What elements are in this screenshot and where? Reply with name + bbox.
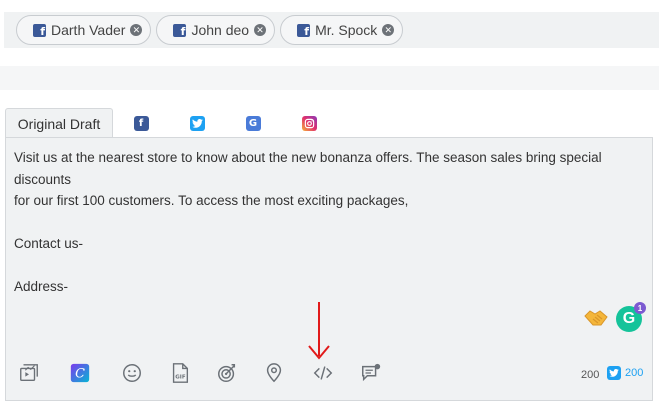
tab-facebook[interactable]: f — [113, 108, 169, 138]
twitter-count-value: 200 — [625, 367, 644, 379]
emoji-icon[interactable] — [119, 360, 145, 386]
handshake-icon — [584, 308, 608, 328]
facebook-icon: f — [173, 23, 187, 37]
tab-google-my-business[interactable]: G — [225, 108, 281, 138]
code-icon[interactable] — [310, 360, 336, 386]
remove-icon[interactable]: ✕ — [382, 24, 395, 36]
svg-text:GIF: GIF — [175, 375, 186, 381]
tab-instagram[interactable] — [281, 108, 337, 138]
character-count: 200 — [581, 369, 600, 381]
tab-original-draft[interactable]: Original Draft — [5, 108, 113, 138]
remove-icon[interactable]: ✕ — [254, 24, 267, 36]
account-chip-mr-spock[interactable]: f Mr. Spock ✕ — [280, 15, 404, 45]
account-chip-john-deo[interactable]: f John deo ✕ — [156, 15, 276, 45]
comment-icon[interactable] — [358, 360, 384, 386]
tab-label: Original Draft — [17, 115, 101, 132]
account-chip-darth-vader[interactable]: f Darth Vader ✕ — [16, 15, 152, 45]
location-icon[interactable] — [261, 360, 287, 386]
tab-twitter[interactable] — [169, 108, 225, 138]
selected-accounts-bar: f Darth Vader ✕ f John deo ✕ f Mr. Spock… — [4, 12, 659, 48]
twitter-icon — [189, 115, 205, 131]
account-name: Mr. Spock — [315, 22, 378, 38]
facebook-icon: f — [33, 23, 46, 37]
draft-line: for our first 100 customers. To access t… — [14, 193, 409, 208]
composer-toolbar: C GIF — [16, 360, 381, 388]
post-composer[interactable]: Visit us at the nearest store to know ab… — [5, 137, 653, 401]
twitter-icon — [607, 366, 621, 380]
facebook-icon: f — [133, 115, 149, 131]
draft-line: Visit us at the nearest store to know ab… — [14, 150, 602, 187]
draft-line: Contact us- — [14, 236, 84, 251]
account-name: Darth Vader — [51, 22, 126, 38]
network-tabs: Original Draft f G — [5, 108, 337, 138]
instagram-icon — [301, 115, 317, 131]
draft-textarea[interactable]: Visit us at the nearest store to know ab… — [14, 147, 642, 298]
twitter-character-count: 200 — [607, 366, 643, 380]
facebook-icon: f — [297, 23, 311, 37]
remove-icon[interactable]: ✕ — [130, 24, 143, 36]
grammarly-icon[interactable]: G 1 — [616, 302, 646, 332]
gif-icon[interactable]: GIF — [167, 360, 193, 386]
canva-icon[interactable]: C — [67, 360, 93, 386]
account-name: John deo — [191, 22, 250, 38]
google-my-business-icon: G — [245, 115, 261, 131]
divider-strip — [0, 66, 659, 90]
grammarly-badge: 1 — [634, 302, 646, 314]
red-arrow-annotation — [308, 302, 330, 360]
svg-text:C: C — [75, 367, 85, 382]
draft-line: Address- — [14, 279, 69, 294]
media-icon[interactable] — [16, 360, 42, 386]
target-icon[interactable] — [214, 360, 240, 386]
